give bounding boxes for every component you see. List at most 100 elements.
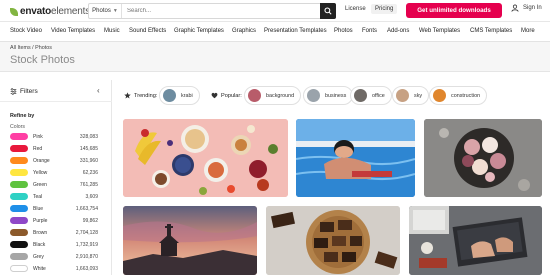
get-unlimited-downloads-button[interactable]: Get unlimited downloads: [406, 3, 502, 18]
trending-label: Trending:: [134, 92, 158, 99]
color-count: 1,663,093: [75, 265, 98, 272]
color-filter-grey[interactable]: Grey 2,910,870: [10, 252, 98, 261]
filters-header: Filters ‹: [0, 80, 112, 102]
chip-sky[interactable]: sky: [392, 86, 430, 105]
top-header: envatoelements Photos▼ License Pricing G…: [0, 0, 550, 22]
nav-graphic-templates[interactable]: Graphic Templates: [174, 28, 224, 34]
photo-chocolate[interactable]: [266, 206, 400, 275]
color-swatch: [10, 181, 28, 188]
filters-label: Filters: [20, 88, 38, 95]
search-category-label: Photos: [92, 8, 111, 14]
nav-web-templates[interactable]: Web Templates: [419, 28, 460, 34]
chip-business[interactable]: business: [303, 86, 354, 105]
color-count: 328,083: [79, 133, 98, 140]
refine-by-label: Refine by: [10, 113, 35, 119]
chip-label: sky: [414, 92, 423, 99]
sign-in-link[interactable]: Sign In: [511, 4, 542, 12]
chip-office[interactable]: office: [350, 86, 392, 105]
chip-krabi[interactable]: krabi: [159, 86, 200, 105]
color-filter-purple[interactable]: Purple 99,862: [10, 216, 98, 225]
page-title: Stock Photos: [10, 54, 75, 66]
nav-fonts[interactable]: Fonts: [362, 28, 377, 34]
photo-image: [409, 206, 542, 275]
photo-food-bowls[interactable]: [123, 119, 288, 197]
logo-text-bold: envato: [20, 6, 52, 17]
color-name: Yellow: [33, 169, 48, 176]
color-filter-black[interactable]: Black 1,732,919: [10, 240, 98, 249]
photo-swimmer[interactable]: [296, 119, 415, 197]
chevron-down-icon: ▼: [112, 8, 118, 14]
chip-label: background: [266, 92, 295, 99]
color-name: Green: [33, 181, 47, 188]
chip-thumbnail: [433, 89, 446, 102]
search-button[interactable]: [320, 3, 336, 19]
color-filter-yellow[interactable]: Yellow 62,236: [10, 168, 98, 177]
popular-label: Popular:: [221, 92, 242, 99]
chip-thumbnail: [307, 89, 320, 102]
color-filter-brown[interactable]: Brown 2,704,128: [10, 228, 98, 237]
nav-video-templates[interactable]: Video Templates: [51, 28, 95, 34]
chip-construction[interactable]: construction: [429, 86, 488, 105]
license-link[interactable]: License: [345, 6, 366, 12]
color-name: White: [33, 265, 46, 272]
photo-pastries[interactable]: [424, 119, 542, 197]
color-filter-white[interactable]: White 1,663,093: [10, 264, 98, 273]
chip-thumbnail: [163, 89, 176, 102]
chip-thumbnail: [396, 89, 409, 102]
search-category-select[interactable]: Photos ▼: [89, 4, 122, 18]
color-swatch: [10, 205, 28, 212]
trending-label-group: Trending:: [124, 92, 157, 99]
category-nav: Stock Video Video Templates Music Sound …: [0, 22, 550, 42]
nav-add-ons[interactable]: Add-ons: [387, 28, 409, 34]
color-swatch: [10, 145, 28, 152]
search-input[interactable]: [122, 4, 335, 18]
nav-sound-effects[interactable]: Sound Effects: [129, 28, 166, 34]
color-swatch: [10, 193, 28, 200]
color-count: 145,685: [79, 145, 98, 152]
color-swatch: [10, 253, 28, 260]
nav-graphics[interactable]: Graphics: [232, 28, 256, 34]
color-filter-blue[interactable]: Blue 1,663,754: [10, 204, 98, 213]
chip-label: krabi: [181, 92, 193, 99]
photo-image: [296, 119, 415, 197]
nav-photos[interactable]: Photos: [334, 28, 353, 34]
photo-image: [424, 119, 542, 197]
color-count: 3,609: [85, 193, 98, 200]
photo-image: [266, 206, 400, 275]
color-count: 1,663,754: [75, 205, 98, 212]
color-filter-green[interactable]: Green 761,285: [10, 180, 98, 189]
color-name: Pink: [33, 133, 43, 140]
pricing-link[interactable]: Pricing: [371, 4, 398, 14]
color-filter-pink[interactable]: Pink 328,083: [10, 132, 98, 141]
color-filter-teal[interactable]: Teal 3,609: [10, 192, 98, 201]
color-count: 1,732,919: [75, 241, 98, 248]
color-name: Orange: [33, 157, 50, 164]
chip-background[interactable]: background: [244, 86, 302, 105]
filter-icon: [10, 88, 17, 95]
color-filter-orange[interactable]: Orange 331,960: [10, 156, 98, 165]
photo-chapel-sunset[interactable]: [123, 206, 257, 275]
color-count: 2,910,870: [75, 253, 98, 260]
nav-music[interactable]: Music: [104, 28, 120, 34]
color-name: Teal: [33, 193, 43, 200]
envato-logo[interactable]: envatoelements: [10, 5, 90, 18]
color-swatch: [10, 241, 28, 248]
user-icon: [511, 4, 519, 12]
nav-cms-templates[interactable]: CMS Templates: [470, 28, 512, 34]
color-filter-red[interactable]: Red 145,685: [10, 144, 98, 153]
color-count: 761,285: [79, 181, 98, 188]
filters-sidebar: Filters ‹ Refine by Colors Pink 328,083 R…: [0, 80, 112, 275]
chip-thumbnail: [354, 89, 367, 102]
color-swatch: [10, 229, 28, 236]
color-count: 331,960: [79, 157, 98, 164]
nav-presentation-templates[interactable]: Presentation Templates: [264, 28, 327, 34]
photo-laptop-desk[interactable]: [409, 206, 542, 275]
heart-icon: [211, 92, 218, 99]
color-name: Purple: [33, 217, 48, 224]
nav-stock-video[interactable]: Stock Video: [10, 28, 42, 34]
color-swatch: [10, 157, 28, 164]
nav-more[interactable]: More: [521, 28, 535, 34]
collapse-sidebar-button[interactable]: ‹: [97, 86, 100, 95]
color-swatch: [10, 217, 28, 224]
photo-image: [123, 206, 257, 275]
